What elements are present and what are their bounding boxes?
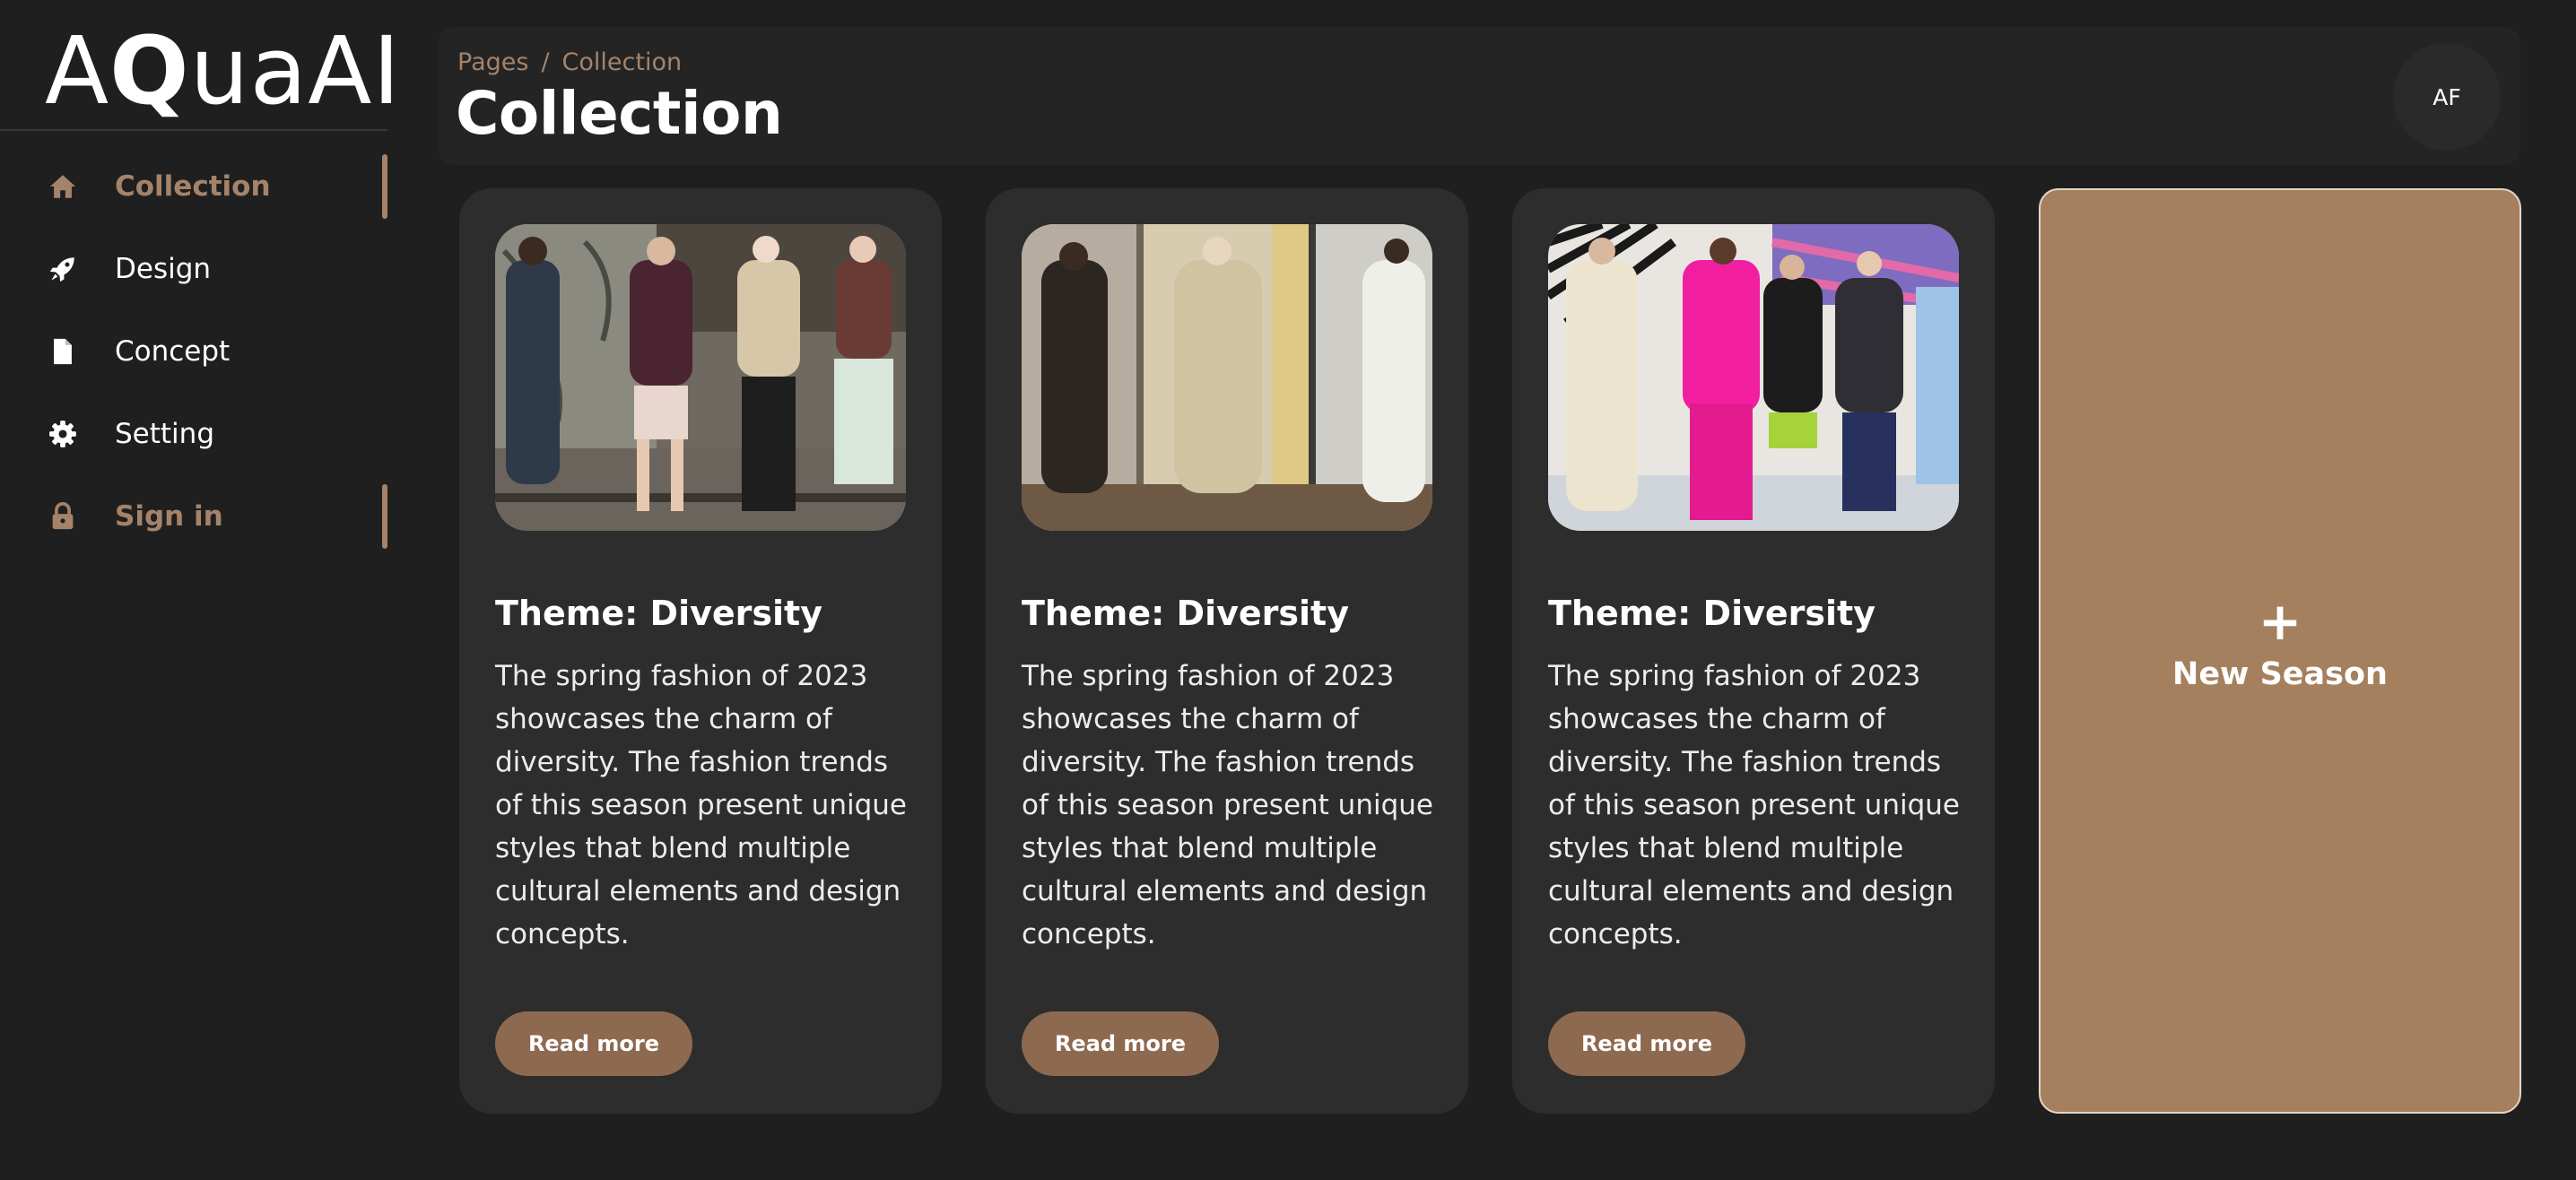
new-season-card[interactable]: + New Season	[2039, 188, 2521, 1114]
breadcrumb-separator: /	[541, 48, 550, 76]
sidebar-item-label: Design	[115, 253, 212, 285]
page-header: Pages / Collection Collection AF	[438, 27, 2520, 165]
sidebar-item-label: Sign in	[115, 500, 223, 533]
collection-card: Theme: Diversity The spring fashion of 2…	[1512, 188, 1995, 1114]
breadcrumb: Pages / Collection	[457, 48, 682, 76]
app-logo[interactable]: AQuaAI	[45, 20, 401, 122]
active-indicator	[382, 154, 387, 219]
sidebar-item-setting[interactable]: Setting	[0, 402, 387, 466]
rocket-icon	[47, 253, 79, 285]
runway-photo	[495, 224, 906, 531]
avatar[interactable]: AF	[2393, 43, 2501, 151]
new-season-label: New Season	[2172, 656, 2388, 692]
page-title: Collection	[456, 79, 783, 148]
lock-icon	[47, 500, 79, 533]
sidebar: AQuaAI Collection Design Concept Setting…	[0, 0, 400, 1180]
read-more-button[interactable]: Read more	[1548, 1011, 1745, 1076]
plus-icon: +	[2258, 591, 2302, 652]
read-more-button[interactable]: Read more	[1022, 1011, 1219, 1076]
sidebar-divider	[0, 129, 387, 131]
breadcrumb-pages-link[interactable]: Pages	[457, 48, 528, 76]
card-image-runway	[495, 224, 906, 531]
card-title: Theme: Diversity	[495, 594, 822, 633]
gear-icon	[47, 418, 79, 450]
sidebar-item-concept[interactable]: Concept	[0, 319, 387, 384]
active-indicator	[382, 484, 387, 549]
sidebar-item-collection[interactable]: Collection	[0, 154, 387, 219]
sidebar-item-design[interactable]: Design	[0, 237, 387, 301]
runway-photo	[1548, 224, 1959, 531]
home-icon	[47, 170, 79, 203]
card-image-runway	[1022, 224, 1432, 531]
sidebar-item-sign-in[interactable]: Sign in	[0, 484, 387, 549]
collection-card: Theme: Diversity The spring fashion of 2…	[986, 188, 1468, 1114]
sidebar-item-label: Collection	[115, 170, 271, 203]
read-more-button[interactable]: Read more	[495, 1011, 692, 1076]
card-title: Theme: Diversity	[1022, 594, 1349, 633]
runway-photo	[1022, 224, 1432, 531]
card-title: Theme: Diversity	[1548, 594, 1875, 633]
card-description: The spring fashion of 2023 showcases the…	[1548, 660, 1960, 950]
sidebar-item-label: Concept	[115, 335, 231, 368]
breadcrumb-current: Collection	[561, 48, 683, 76]
sidebar-nav: Collection Design Concept Setting Sign i…	[0, 154, 387, 567]
card-image-runway	[1548, 224, 1959, 531]
card-description: The spring fashion of 2023 showcases the…	[1022, 660, 1433, 950]
collection-card: Theme: Diversity The spring fashion of 2…	[459, 188, 942, 1114]
sidebar-item-label: Setting	[115, 418, 214, 450]
document-icon	[47, 335, 79, 368]
card-description: The spring fashion of 2023 showcases the…	[495, 660, 907, 950]
